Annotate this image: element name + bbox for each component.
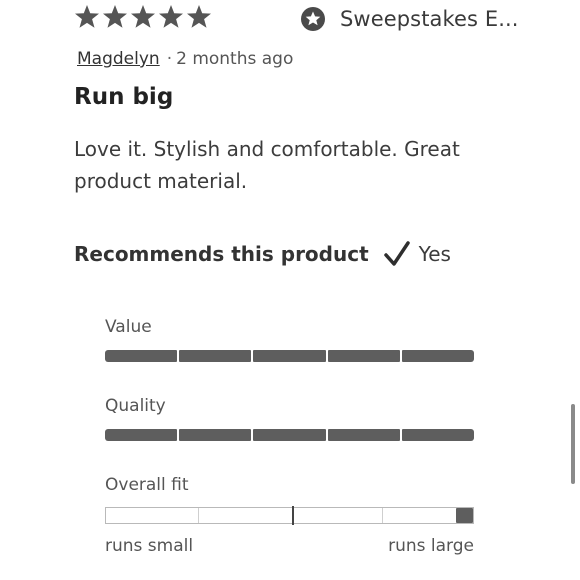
fit-min-label: runs small: [105, 536, 194, 556]
rating-segment: [253, 429, 326, 441]
fit-tick: [382, 508, 383, 523]
recommend-label: Recommends this product: [74, 242, 369, 266]
star-icon: [187, 5, 211, 28]
scrollbar-thumb[interactable]: [571, 404, 575, 484]
star-circle-icon: [301, 7, 325, 31]
author-link[interactable]: Magdelyn: [77, 49, 160, 69]
review-meta: Magdelyn · 2 months ago: [77, 49, 293, 69]
rating-segment: [327, 429, 400, 441]
star-rating: [74, 4, 212, 30]
rating-segment: [401, 429, 475, 441]
sweepstakes-badge[interactable]: Sweepstakes E...: [300, 6, 519, 32]
rating-segment: [105, 350, 178, 362]
value-label: Value: [105, 317, 152, 337]
rating-segment: [327, 350, 400, 362]
rating-segment: [253, 350, 326, 362]
badge-label: Sweepstakes E...: [340, 7, 519, 31]
fit-marker: [456, 508, 473, 523]
review-body: Love it. Stylish and comfortable. Great …: [74, 137, 460, 193]
recommendation: Recommends this product Yes: [74, 240, 451, 268]
star-icon: [131, 5, 155, 28]
value-rating-bar: [105, 350, 475, 362]
rating-segment: [401, 350, 475, 362]
quality-label: Quality: [105, 396, 166, 416]
star-icon: [103, 5, 127, 28]
fit-tick: [198, 508, 199, 523]
star-icon: [159, 5, 183, 28]
quality-rating-bar: [105, 429, 475, 441]
fit-midpoint: [292, 506, 294, 525]
star-icon: [75, 5, 99, 28]
rating-segment: [105, 429, 178, 441]
fit-max-label: runs large: [388, 536, 474, 556]
recommend-value: Yes: [418, 242, 451, 266]
review-time: 2 months ago: [176, 49, 294, 69]
rating-segment: [179, 429, 252, 441]
rating-segment: [179, 350, 252, 362]
fit-scale: [105, 506, 474, 525]
checkmark-icon: [383, 241, 410, 266]
meta-separator: ·: [166, 49, 173, 69]
fit-label: Overall fit: [105, 475, 189, 495]
review-title: Run big: [74, 84, 174, 110]
